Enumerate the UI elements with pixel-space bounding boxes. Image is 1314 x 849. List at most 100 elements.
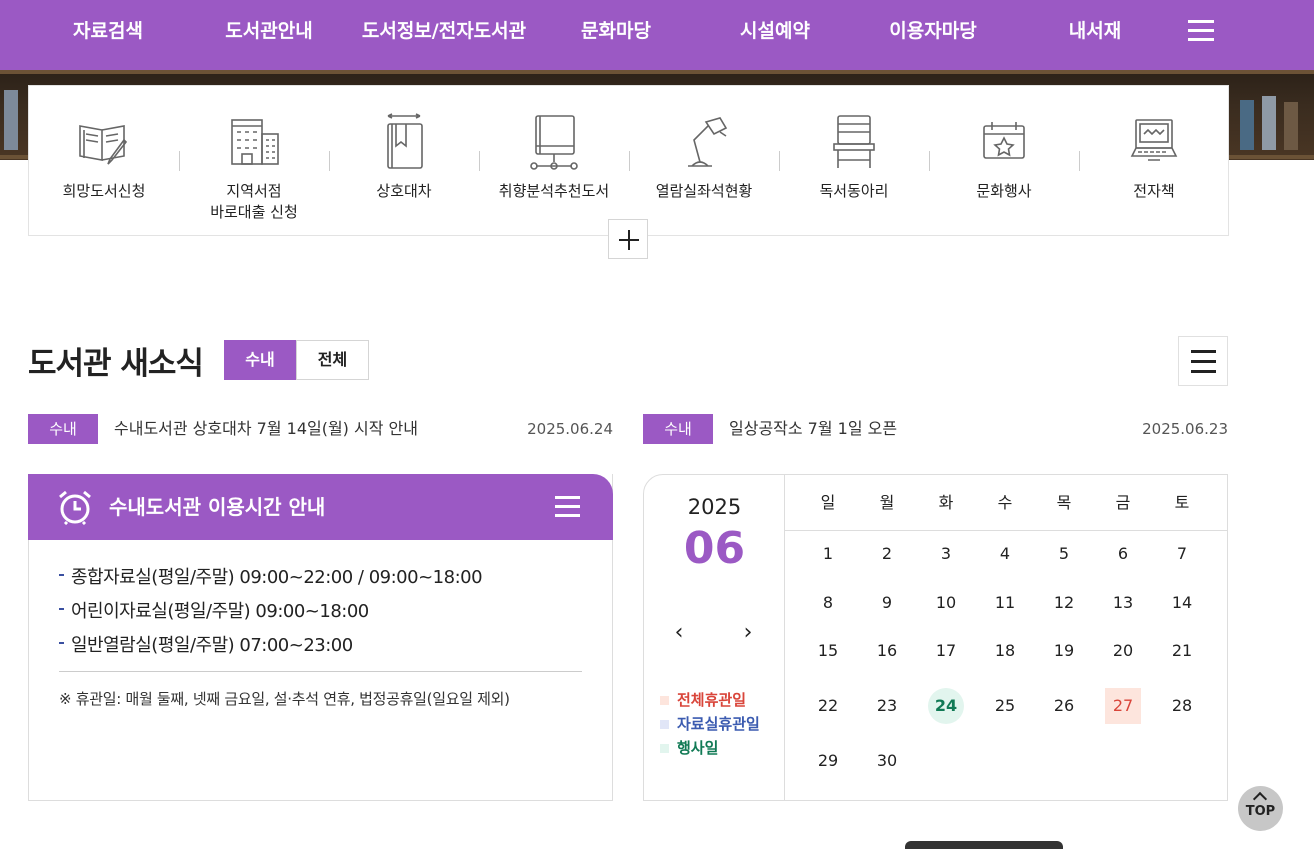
quick-label: 열람실좌석현황 [655, 182, 753, 200]
plus-icon[interactable] [608, 219, 648, 259]
calendar-day[interactable]: 8 [810, 585, 846, 621]
calendar-day[interactable]: 23 [869, 688, 905, 724]
quick-label: 지역서점 바로대출 신청 [210, 182, 298, 221]
news-badge: 수내 [643, 414, 713, 444]
news-more-menu-icon[interactable] [1178, 336, 1228, 386]
top-navigation: 자료검색 도서관안내 도서정보/전자도서관 문화마당 시설예약 이용자마당 내서… [0, 0, 1314, 70]
quick-label: 문화행사 [976, 182, 1032, 200]
news-item[interactable]: 수내 수내도서관 상호대차 7월 14일(월) 시작 안내 2025.06.24 [28, 414, 613, 444]
calendar-day[interactable]: 4 [987, 536, 1023, 572]
calendar-month: 06 [683, 523, 746, 574]
weekday-label: 금 [1115, 493, 1131, 512]
calendar-day[interactable]: 21 [1164, 633, 1200, 669]
calendar-day[interactable]: 2 [869, 536, 905, 572]
quick-label: 전자책 [1133, 182, 1175, 200]
nav-item-ebook-library[interactable]: 도서정보/전자도서관 [354, 0, 534, 62]
desk-lamp-icon [688, 117, 728, 167]
quick-menu: 희망도서신청 지역서점 바로대출 신청 상호대차 취향분석추천도서 열람실좌석현… [28, 85, 1229, 236]
calendar-day[interactable]: 7 [1164, 536, 1200, 572]
quick-label: 취향분석추천도서 [498, 182, 610, 200]
quick-ebook[interactable]: 전자책 [1079, 86, 1229, 236]
calendar-day[interactable]: 11 [987, 585, 1023, 621]
calendar-day[interactable]: 1 [810, 536, 846, 572]
news-section-title: 도서관 새소식 [28, 346, 204, 382]
calendar-day[interactable]: 24 [928, 688, 964, 724]
weekday-label: 토 [1174, 493, 1190, 512]
calendar-day[interactable]: 29 [810, 743, 846, 779]
quick-label: 희망도서신청 [62, 182, 146, 200]
calendar-day[interactable]: 16 [869, 633, 905, 669]
event-calendar-star-icon [983, 122, 1025, 159]
calendar-day[interactable]: 19 [1046, 633, 1082, 669]
book-exchange-icon [387, 113, 423, 169]
quick-hope-book-request[interactable]: 희망도서신청 [29, 86, 179, 236]
quick-interlibrary-loan[interactable]: 상호대차 [329, 86, 479, 236]
quick-reading-club[interactable]: 독서동아리 [779, 86, 929, 236]
calendar-day[interactable]: 10 [928, 585, 964, 621]
book-network-icon [530, 115, 578, 170]
tab-sunae[interactable]: 수내 [224, 340, 296, 380]
weekday-label: 화 [938, 493, 954, 512]
nav-item-culture[interactable]: 문화마당 [566, 0, 666, 62]
calendar-weekday-header: 일월화수목금토 [785, 475, 1228, 531]
tab-all[interactable]: 전체 [296, 340, 369, 380]
nav-item-facility-reservation[interactable]: 시설예약 [725, 0, 825, 62]
nav-item-my-library[interactable]: 내서재 [1050, 0, 1140, 62]
hamburger-icon[interactable] [1188, 20, 1214, 42]
alarm-clock-icon [59, 490, 91, 525]
legend-event-day: 행사일 [660, 737, 718, 758]
news-link[interactable]: 일상공작소 7월 1일 오픈 [729, 414, 897, 444]
quick-culture-events[interactable]: 문화행사 [929, 86, 1079, 236]
calendar-year: 2025 [687, 495, 742, 519]
legend-room-closed: 자료실휴관일 [660, 713, 760, 734]
calendar-day[interactable]: 20 [1105, 633, 1141, 669]
weekday-label: 일 [820, 493, 836, 512]
hours-line: 종합자료실(평일/주말) 09:00~22:00 / 09:00~18:00 [59, 563, 483, 589]
nav-item-user-area[interactable]: 이용자마당 [878, 0, 988, 62]
news-date: 2025.06.24 [527, 420, 613, 438]
nav-item-search[interactable]: 자료검색 [58, 0, 158, 62]
news-date: 2025.06.23 [1142, 420, 1228, 438]
calendar-day[interactable]: 14 [1164, 585, 1200, 621]
calendar-day[interactable]: 12 [1046, 585, 1082, 621]
hours-menu-icon[interactable] [555, 496, 580, 518]
quick-label: 상호대차 [376, 182, 432, 200]
legend-all-closed: 전체휴관일 [660, 689, 746, 710]
news-link[interactable]: 수내도서관 상호대차 7월 14일(월) 시작 안내 [114, 414, 418, 444]
quick-reading-room-seats[interactable]: 열람실좌석현황 [629, 86, 779, 236]
scroll-top-button[interactable]: TOP [1238, 786, 1283, 831]
nav-item-library-info[interactable]: 도서관안내 [214, 0, 324, 62]
calendar-side: 2025 06 ‹ › 전체휴관일 자료실휴관일 행사일 [644, 475, 785, 800]
quick-taste-recommend[interactable]: 취향분석추천도서 [479, 86, 629, 236]
hours-header: 수내도서관 이용시간 안내 [28, 474, 613, 540]
laptop-icon [1130, 119, 1178, 161]
calendar-day[interactable]: 15 [810, 633, 846, 669]
calendar-day[interactable]: 13 [1105, 585, 1141, 621]
next-month-button[interactable]: › [738, 621, 758, 645]
calendar-day[interactable]: 17 [928, 633, 964, 669]
calendar-day[interactable]: 28 [1164, 688, 1200, 724]
calendar: 2025 06 ‹ › 전체휴관일 자료실휴관일 행사일 일월화수목금토 123… [643, 474, 1228, 801]
hours-title: 수내도서관 이용시간 안내 [109, 495, 326, 519]
weekday-label: 월 [879, 493, 895, 512]
weekday-label: 목 [1056, 493, 1072, 512]
calendar-day[interactable]: 22 [810, 688, 846, 724]
hours-panel: 수내도서관 이용시간 안내 종합자료실(평일/주말) 09:00~22:00 /… [28, 474, 613, 801]
calendar-day[interactable]: 26 [1046, 688, 1082, 724]
calendar-day[interactable]: 3 [928, 536, 964, 572]
chair-icon [833, 115, 875, 168]
calendar-day[interactable]: 18 [987, 633, 1023, 669]
calendar-day[interactable]: 25 [987, 688, 1023, 724]
news-badge: 수내 [28, 414, 98, 444]
prev-month-button[interactable]: ‹ [669, 621, 689, 645]
closed-days-note: ※ 휴관일: 매월 둘째, 넷째 금요일, 설·추석 연휴, 법정공휴일(일요일… [59, 690, 510, 708]
calendar-day[interactable]: 9 [869, 585, 905, 621]
news-item[interactable]: 수내 일상공작소 7월 1일 오픈 2025.06.23 [643, 414, 1228, 444]
calendar-day[interactable]: 27 [1105, 688, 1141, 724]
quick-local-bookstore-loan[interactable]: 지역서점 바로대출 신청 [179, 86, 329, 236]
calendar-day[interactable]: 30 [869, 743, 905, 779]
hours-line: 어린이자료실(평일/주말) 09:00~18:00 [59, 597, 369, 623]
calendar-day[interactable]: 5 [1046, 536, 1082, 572]
calendar-day[interactable]: 6 [1105, 536, 1141, 572]
quick-label: 독서동아리 [819, 182, 889, 200]
